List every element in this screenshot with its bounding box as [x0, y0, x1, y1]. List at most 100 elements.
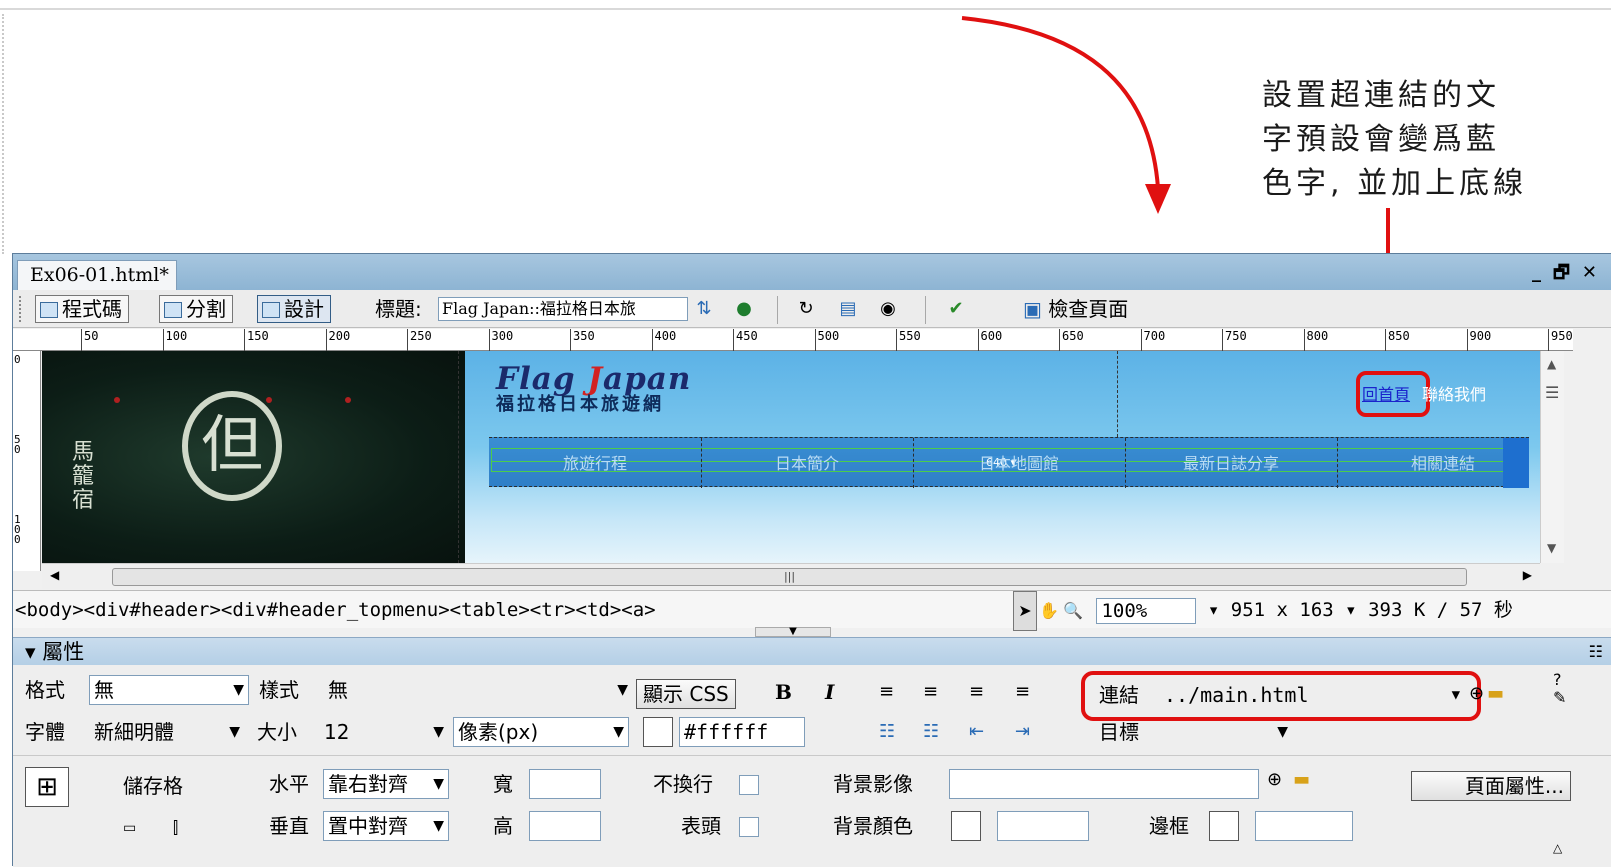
justify-icon[interactable]: ≡ — [1015, 677, 1030, 707]
page-title-input[interactable]: Flag Japan::福拉格日本旅 — [438, 297, 688, 321]
header-checkbox[interactable] — [739, 817, 759, 837]
design-view-canvas[interactable]: 但 馬籠宿 Flag Japan 福拉格日本旅遊網 回首頁 聯絡我們 640 ▾ … — [42, 351, 1540, 563]
vertical-scrollbar[interactable]: ▲ ☰ ▼ — [1540, 351, 1564, 563]
show-css-button[interactable]: 顯示 CSS — [636, 679, 736, 709]
select-tool-icon[interactable]: ➤ — [1013, 591, 1037, 631]
file-management-icon[interactable]: ⇅ — [691, 298, 717, 320]
quick-tag-editor-icon[interactable]: ✎ — [1553, 683, 1566, 713]
vertical-align-select[interactable]: 置中對齊 ▼ — [323, 811, 449, 841]
ruler-tick: 550 — [896, 329, 921, 351]
document-tab[interactable]: Ex06-01.html* — [17, 260, 177, 290]
close-icon[interactable]: ✕ — [1582, 262, 1603, 283]
height-input[interactable] — [529, 811, 601, 841]
ruler-tick: 0 — [14, 353, 21, 366]
nav-cell-4[interactable]: 相關連結 — [1337, 450, 1540, 474]
text-color-swatch[interactable] — [643, 717, 673, 747]
bg-color-swatch[interactable] — [951, 811, 981, 841]
navigation-table[interactable]: 640 ▾ 旅遊行程 日本簡介 日本地圖館 最新日誌分享 相關連結 — [489, 437, 1529, 488]
section-divider — [13, 755, 1611, 756]
split-view-button[interactable]: 分割 — [159, 295, 233, 323]
nav-cell-2[interactable]: 日本地圖館 — [913, 450, 1125, 474]
validate-markup-icon[interactable]: ✔ — [943, 298, 969, 320]
link-input[interactable]: ../main.html ▼ — [1159, 680, 1465, 710]
zoom-tool-icon[interactable]: 🔍 — [1061, 592, 1085, 630]
no-wrap-checkbox[interactable] — [739, 775, 759, 795]
toolbar-grip[interactable] — [19, 296, 23, 322]
border-color-swatch[interactable] — [1209, 811, 1239, 841]
header-label: 表頭 — [681, 814, 721, 838]
browse-folder-icon[interactable]: ▬ — [1293, 765, 1310, 795]
tag-selector[interactable]: <body><div#header><div#header_topmenu><t… — [15, 591, 656, 629]
vertical-label: 垂直 — [269, 814, 309, 838]
home-link[interactable]: 回首頁 — [1362, 385, 1410, 404]
ordered-list-icon[interactable]: ☷ — [923, 717, 939, 747]
horizontal-align-select[interactable]: 靠右對齊 ▼ — [323, 769, 449, 799]
nav-cell-3[interactable]: 最新日誌分享 — [1125, 450, 1337, 474]
bg-image-input[interactable] — [949, 769, 1259, 799]
nav-cell-0[interactable]: 旅遊行程 — [489, 450, 701, 474]
visual-aids-icon[interactable]: ◉ — [875, 298, 901, 320]
scroll-up-icon[interactable]: ▲ — [1547, 357, 1556, 371]
outdent-icon[interactable]: ⇤ — [969, 717, 984, 747]
point-to-file-icon[interactable]: ⊕ — [1469, 679, 1484, 709]
scroll-right-icon[interactable]: ▶ — [1523, 568, 1532, 582]
collapse-arrow-icon[interactable]: ▾ — [25, 640, 36, 664]
point-to-file-icon[interactable]: ⊕ — [1267, 765, 1282, 795]
target-select[interactable]: ▼ — [1159, 717, 1293, 747]
design-view-icon — [262, 302, 280, 318]
horizontal-scrollbar[interactable]: ◀ ||| ▶ — [42, 563, 1540, 589]
align-center-icon[interactable]: ≡ — [923, 677, 938, 707]
width-input[interactable] — [529, 769, 601, 799]
properties-panel-header[interactable]: ▾ 屬性 ☷ — [13, 637, 1611, 665]
preview-browser-icon[interactable]: ● — [731, 298, 757, 320]
design-view-button[interactable]: 設計 — [257, 295, 331, 323]
check-page-button[interactable]: ▣ 檢查頁面 — [1023, 296, 1128, 322]
code-view-button[interactable]: 程式碼 — [35, 295, 129, 323]
style-value: 無 — [328, 678, 348, 702]
style-select[interactable]: 無 ▼ — [323, 675, 633, 705]
align-left-icon[interactable]: ≡ — [879, 677, 894, 707]
hand-tool-icon[interactable]: ✋ — [1037, 592, 1061, 630]
ruler-tick: 650 — [1059, 329, 1084, 351]
unit-select[interactable]: 像素(px) ▼ — [453, 717, 629, 747]
browse-folder-icon[interactable]: ▬ — [1487, 679, 1504, 709]
status-right-group: ➤ ✋ 🔍 100% ▾ 951 x 163 ▾ 393 K / 57 秒 — [1013, 591, 1513, 631]
view-options-icon[interactable]: ▤ — [835, 298, 861, 320]
ruler-tick: 50 — [81, 329, 98, 351]
bold-button[interactable]: B — [775, 677, 792, 707]
align-right-icon[interactable]: ≡ — [969, 677, 984, 707]
bg-color-input[interactable] — [997, 811, 1089, 841]
page-properties-button[interactable]: 頁面屬性... — [1411, 771, 1571, 801]
unordered-list-icon[interactable]: ☷ — [879, 717, 895, 747]
split-cell-icon[interactable]: ⫿ — [173, 813, 178, 843]
refresh-icon[interactable]: ↻ — [793, 298, 819, 320]
nav-cell-1[interactable]: 日本簡介 — [701, 450, 913, 474]
panel-options-icon[interactable]: ☷ — [1589, 638, 1603, 666]
format-select[interactable]: 無 ▼ — [89, 675, 249, 705]
properties-title: 屬性 — [42, 640, 85, 664]
view-options-icon[interactable]: ☰ — [1545, 383, 1559, 402]
nav-cell-divider — [1125, 438, 1126, 488]
window-size[interactable]: 951 x 163 — [1231, 599, 1334, 621]
no-wrap-label: 不換行 — [653, 772, 713, 796]
panel-splitter[interactable]: ▼ — [755, 627, 831, 637]
scroll-left-icon[interactable]: ◀ — [50, 568, 59, 582]
italic-button[interactable]: I — [825, 677, 834, 707]
horizontal-scroll-thumb[interactable]: ||| — [112, 568, 1467, 586]
split-view-icon — [164, 302, 182, 318]
border-color-input[interactable] — [1255, 811, 1353, 841]
ruler-tick: 600 — [977, 329, 1002, 351]
collapse-panel-icon[interactable]: △ — [1553, 833, 1562, 863]
indent-icon[interactable]: ⇥ — [1015, 717, 1030, 747]
font-value: 新細明體 — [94, 720, 174, 744]
restore-icon[interactable]: 🗗 — [1553, 260, 1576, 290]
size-select[interactable]: 12 ▼ — [319, 717, 449, 747]
contact-link[interactable]: 聯絡我們 — [1422, 385, 1486, 404]
merge-cells-icon[interactable]: ▭ — [123, 813, 136, 843]
check-page-icon: ▣ — [1023, 297, 1042, 321]
zoom-select[interactable]: 100% — [1096, 597, 1197, 624]
scroll-down-icon[interactable]: ▼ — [1547, 541, 1556, 555]
minimize-icon[interactable]: _ — [1532, 262, 1547, 283]
font-select[interactable]: 新細明體 ▼ — [89, 717, 245, 747]
text-color-input[interactable]: #ffffff — [679, 717, 805, 747]
